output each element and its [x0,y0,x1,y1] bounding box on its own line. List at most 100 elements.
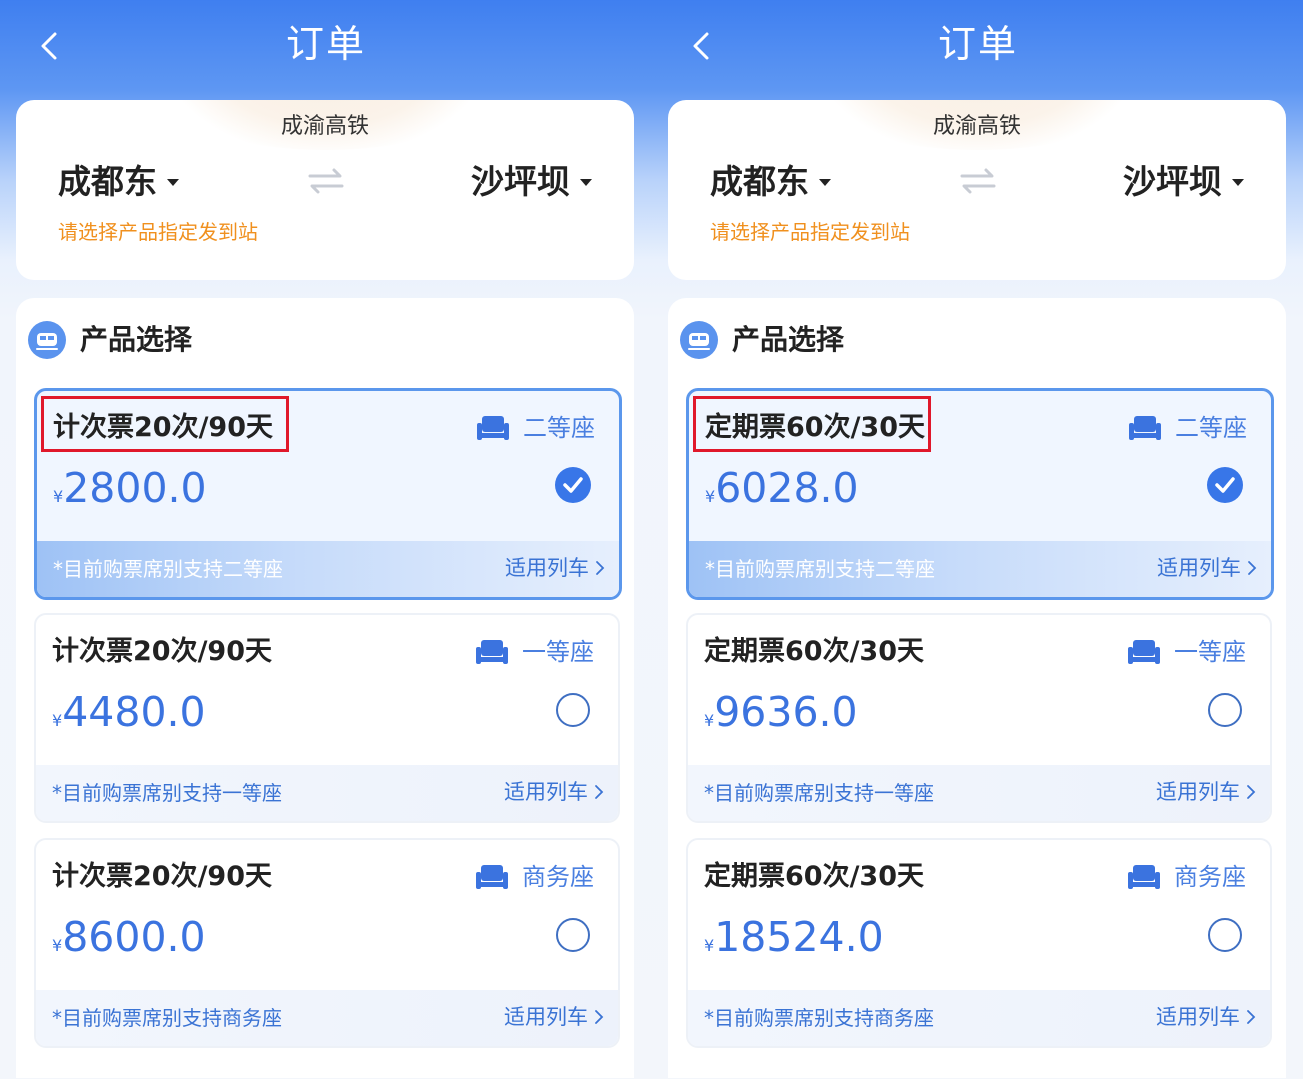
check-icon [563,477,583,493]
product-name: 定期票60次/30天 [704,636,925,667]
seat-label: 二等座 [1175,414,1247,442]
currency-symbol: ¥ [705,487,716,506]
option-footer: *目前购票席别支持商务座 适用列车 [36,990,618,1046]
price-value: 2800.0 [63,464,207,512]
page-title: 订单 [285,22,366,66]
product-option[interactable]: 定期票60次/30天 二等座 ¥6028.0 *目前购票席别支持二等座 适用列车 [686,388,1274,600]
applicable-trains-link[interactable]: 适用列车 [504,776,604,808]
product-option[interactable]: 计次票20次/90天 商务座 ¥8600.0 *目前购票席别支持商务座 适用列车 [34,838,620,1048]
price-value: 4480.0 [62,688,206,736]
to-station-selector[interactable]: 沙坪坝 [1123,160,1244,204]
link-label: 适用列车 [504,1005,588,1029]
from-station-selector[interactable]: 成都东 [58,160,179,204]
route-card: 成渝高铁 成都东 沙坪坝 请选择产品指定发到站 [668,100,1286,280]
seat-label: 商务座 [1174,863,1246,891]
seat-icon [1128,640,1160,664]
seat-icon [476,865,508,889]
seat-support-note: *目前购票席别支持商务座 [704,1006,934,1030]
train-icon [28,321,66,359]
option-footer: *目前购票席别支持商务座 适用列车 [688,990,1270,1046]
line-name: 成渝高铁 [932,114,1021,139]
section-header: 产品选择 [28,318,192,362]
chevron-right-icon [1247,785,1256,799]
price: ¥8600.0 [52,912,206,962]
price-value: 18524.0 [714,913,884,961]
link-label: 适用列车 [1156,780,1240,804]
unselected-radio[interactable] [1208,918,1242,952]
seat-icon [1129,416,1161,440]
product-name: 定期票60次/30天 [704,861,925,892]
price: ¥18524.0 [704,912,884,962]
currency-symbol: ¥ [53,487,64,506]
caret-down-icon [580,178,592,186]
link-label: 适用列车 [505,556,589,580]
chevron-right-icon [1248,561,1257,575]
check-icon [1215,477,1235,493]
seat-class: 商务座 [1128,860,1246,894]
swap-icon[interactable] [306,166,346,196]
seat-label: 二等座 [523,414,595,442]
applicable-trains-link[interactable]: 适用列车 [1156,1001,1256,1033]
option-footer: *目前购票席别支持一等座 适用列车 [688,765,1270,821]
from-station-label: 成都东 [58,162,157,201]
price: ¥9636.0 [704,687,858,737]
swap-icon[interactable] [958,166,998,196]
seat-label: 一等座 [522,638,594,666]
product-option[interactable]: 定期票60次/30天 一等座 ¥9636.0 *目前购票席别支持一等座 适用列车 [686,613,1272,823]
currency-symbol: ¥ [704,711,715,730]
price-value: 6028.0 [715,464,859,512]
chevron-right-icon [595,1010,604,1024]
to-station-selector[interactable]: 沙坪坝 [471,160,592,204]
seat-support-note: *目前购票席别支持一等座 [52,781,282,805]
applicable-trains-link[interactable]: 适用列车 [1157,552,1257,584]
product-option[interactable]: 定期票60次/30天 商务座 ¥18524.0 *目前购票席别支持商务座 适用列… [686,838,1272,1048]
seat-icon [476,640,508,664]
currency-symbol: ¥ [704,936,715,955]
nav-bar: 订单 [652,0,1303,92]
to-station-label: 沙坪坝 [1123,162,1222,201]
link-label: 适用列车 [1157,556,1241,580]
unselected-radio[interactable] [556,693,590,727]
nav-bar: 订单 [0,0,652,92]
price-value: 8600.0 [62,913,206,961]
seat-class: 二等座 [1129,411,1247,445]
option-footer: *目前购票席别支持二等座 适用列车 [689,541,1271,597]
option-footer: *目前购票席别支持二等座 适用列车 [37,541,619,597]
from-station-label: 成都东 [710,162,809,201]
seat-support-note: *目前购票席别支持一等座 [704,781,934,805]
applicable-trains-link[interactable]: 适用列车 [505,552,605,584]
product-name: 计次票20次/90天 [53,412,274,443]
seat-label: 一等座 [1174,638,1246,666]
from-station-selector[interactable]: 成都东 [710,160,831,204]
product-panel: 产品选择 计次票20次/90天 二等座 ¥2800.0 *目前购票席别支持二等座… [16,298,634,1078]
seat-class: 商务座 [476,860,594,894]
product-option[interactable]: 计次票20次/90天 一等座 ¥4480.0 *目前购票席别支持一等座 适用列车 [34,613,620,823]
caret-down-icon [1232,178,1244,186]
unselected-radio[interactable] [556,918,590,952]
seat-support-note: *目前购票席别支持二等座 [53,557,283,581]
line-name: 成渝高铁 [280,114,369,139]
applicable-trains-link[interactable]: 适用列车 [504,1001,604,1033]
order-screen-right: 订单 成渝高铁 成都东 沙坪坝 请选择产品指定发到站 产品选择 定期票60次/3… [652,0,1303,1079]
product-option[interactable]: 计次票20次/90天 二等座 ¥2800.0 *目前购票席别支持二等座 适用列车 [34,388,622,600]
seat-icon [1128,865,1160,889]
price: ¥4480.0 [52,687,206,737]
unselected-radio[interactable] [1208,693,1242,727]
price: ¥2800.0 [53,463,207,513]
currency-symbol: ¥ [52,936,63,955]
currency-symbol: ¥ [52,711,63,730]
product-name: 定期票60次/30天 [705,412,926,443]
caret-down-icon [167,178,179,186]
section-title: 产品选择 [80,323,193,356]
selected-radio[interactable] [555,467,591,503]
link-label: 适用列车 [1156,1005,1240,1029]
order-screen-left: 订单 成渝高铁 成都东 沙坪坝 请选择产品指定发到站 产品选择 计次票20次/9… [0,0,652,1079]
seat-support-note: *目前购票席别支持二等座 [705,557,935,581]
selected-radio[interactable] [1207,467,1243,503]
seat-support-note: *目前购票席别支持商务座 [52,1006,282,1030]
chevron-right-icon [596,561,605,575]
route-card: 成渝高铁 成都东 沙坪坝 请选择产品指定发到站 [16,100,634,280]
applicable-trains-link[interactable]: 适用列车 [1156,776,1256,808]
chevron-right-icon [595,785,604,799]
to-station-label: 沙坪坝 [471,162,570,201]
